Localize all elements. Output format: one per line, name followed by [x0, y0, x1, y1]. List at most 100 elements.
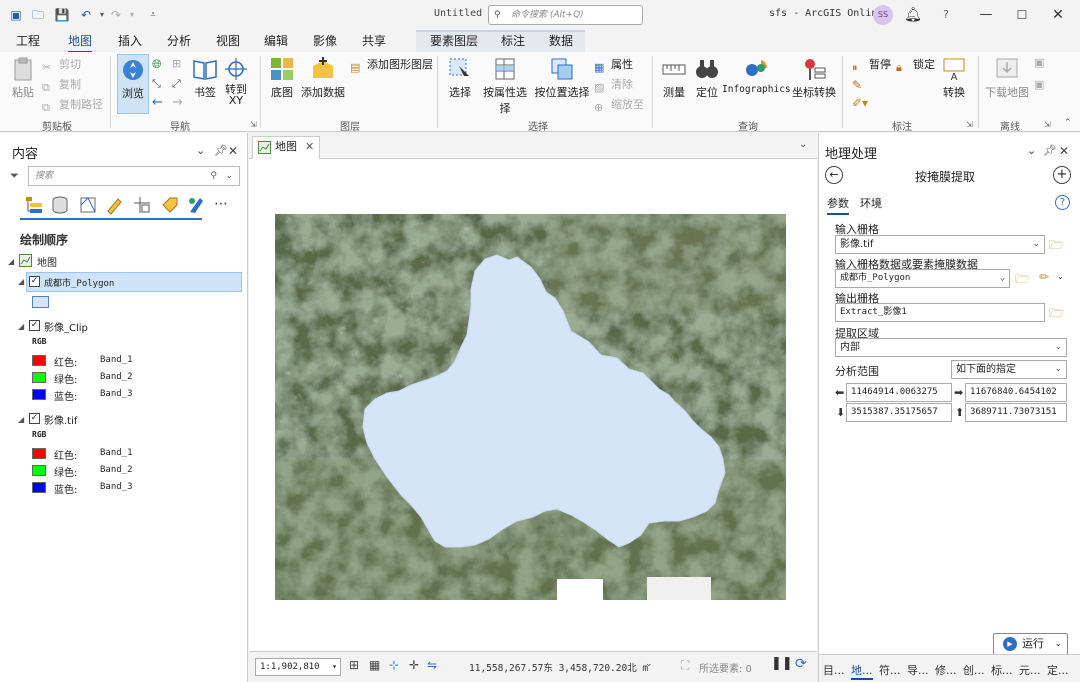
- chevron-down-icon[interactable]: ⌄: [799, 139, 807, 150]
- lock-labeling-button[interactable]: 🔒︎ 锁定: [896, 56, 935, 75]
- back-arrow-icon[interactable]: ←: [825, 166, 843, 184]
- minimize-icon[interactable]: —: [976, 5, 996, 25]
- tab-create[interactable]: 创...: [963, 662, 985, 678]
- redo-icon[interactable]: ↷: [108, 7, 124, 23]
- customize-toolbar-icon[interactable]: ⩡: [145, 7, 161, 23]
- tab-symbology[interactable]: 符...: [879, 662, 901, 678]
- zoom-in-fixed-icon[interactable]: ⤡: [152, 77, 161, 91]
- green-band-swatch[interactable]: [32, 465, 46, 476]
- extent-top-field[interactable]: 3689711.73073151: [965, 403, 1067, 422]
- satellite-imagery[interactable]: [249, 159, 817, 651]
- tab-modify[interactable]: 修...: [935, 662, 957, 678]
- tab-project[interactable]: 工程: [16, 32, 40, 49]
- list-by-source-icon[interactable]: [50, 195, 70, 215]
- grid-snap-icon[interactable]: ⊞: [349, 658, 359, 672]
- extent-bottom-field[interactable]: 3515387.35175657: [846, 403, 952, 422]
- expand-icon[interactable]: ◢: [18, 277, 24, 286]
- infographics-button[interactable]: Infographics: [722, 56, 791, 95]
- green-band-swatch[interactable]: [32, 372, 46, 383]
- tab-imagery[interactable]: 影像: [313, 32, 337, 49]
- filter-icon[interactable]: ⏷: [10, 169, 19, 183]
- blue-band-swatch[interactable]: [32, 389, 46, 400]
- close-pane-icon[interactable]: ✕: [228, 144, 238, 158]
- add-icon[interactable]: +: [1053, 166, 1071, 184]
- zoom-to-selection-button[interactable]: ⊕ 缩放至: [594, 96, 644, 115]
- browse-folder-icon[interactable]: 🗁︎: [1049, 304, 1064, 325]
- explore-button[interactable]: 浏览: [117, 54, 149, 114]
- layer-name[interactable]: 影像.tif: [44, 412, 77, 427]
- convert-labels-button[interactable]: A 转换: [940, 56, 968, 100]
- list-by-drawing-order-icon[interactable]: [24, 195, 44, 215]
- tab-insert[interactable]: 插入: [118, 32, 142, 49]
- paste-button[interactable]: 粘贴: [8, 56, 38, 100]
- label-options-icon[interactable]: ✐▾: [852, 96, 868, 110]
- coordinate-conversion-button[interactable]: 坐标转换: [792, 56, 836, 100]
- extraction-area-select[interactable]: 内部 ⌄: [835, 338, 1067, 357]
- dialog-launcher-icon[interactable]: ⇲: [966, 120, 973, 129]
- redo-dropdown-icon[interactable]: ▾: [124, 7, 140, 23]
- download-map-button[interactable]: 下载地图: [984, 56, 1030, 100]
- tab-catalog[interactable]: 目...: [823, 662, 845, 678]
- map-name[interactable]: 地图: [37, 254, 57, 269]
- output-raster-field[interactable]: Extract_影像1: [835, 303, 1045, 322]
- extent-left-field[interactable]: 11464914.0063275: [846, 383, 952, 402]
- input-raster-field[interactable]: 影像.tif ⌄: [835, 235, 1045, 254]
- pane-options-icon[interactable]: ⌄: [1027, 144, 1036, 157]
- collapse-ribbon-icon[interactable]: ⌃: [1064, 118, 1072, 128]
- tab-geoprocessing[interactable]: 地...: [851, 662, 873, 680]
- new-project-icon[interactable]: ▣: [8, 7, 24, 23]
- previous-extent-icon[interactable]: ←: [152, 95, 163, 110]
- goto-xy-button[interactable]: 转到 XY: [222, 56, 250, 106]
- list-by-selection-icon[interactable]: [78, 195, 98, 215]
- mask-field[interactable]: 成都市_Polygon ⌄: [835, 269, 1010, 288]
- expand-icon[interactable]: ◢: [18, 322, 24, 331]
- notification-bell-icon[interactable]: 🔔︎: [903, 5, 923, 25]
- red-band-swatch[interactable]: [32, 448, 46, 459]
- tab-map[interactable]: 地图: [68, 32, 93, 53]
- chevron-down-icon[interactable]: ⌄: [645, 659, 653, 669]
- list-by-snapping-icon[interactable]: [132, 195, 152, 215]
- browse-folder-icon[interactable]: 🗁︎: [1049, 236, 1064, 257]
- blue-band-swatch[interactable]: [32, 482, 46, 493]
- tab-edit[interactable]: 编辑: [264, 32, 288, 49]
- save-icon[interactable]: 💾: [54, 7, 70, 23]
- correction-icon[interactable]: ⇋: [427, 658, 437, 672]
- tab-map-view[interactable]: 地图 ✕: [252, 136, 320, 159]
- layer-visibility-checkbox[interactable]: ✓: [29, 413, 40, 424]
- label-pin-icon[interactable]: ✎: [852, 78, 862, 92]
- sync-icon[interactable]: ▣: [1034, 56, 1044, 69]
- run-button[interactable]: ▶ 运行 ⌄: [993, 633, 1068, 655]
- tab-feature-layer[interactable]: 要素图层: [430, 32, 478, 49]
- locate-button[interactable]: 定位: [692, 56, 722, 100]
- layer-name[interactable]: 成都市_Polygon: [44, 276, 114, 289]
- full-extent-icon[interactable]: 🌐︎: [152, 57, 162, 72]
- basemap-button[interactable]: 底图: [266, 56, 298, 100]
- tab-analysis[interactable]: 分析: [167, 32, 191, 49]
- layer-visibility-checkbox[interactable]: ✓: [29, 320, 40, 331]
- tab-locate[interactable]: 定...: [1047, 662, 1069, 678]
- open-project-icon[interactable]: 🗀: [30, 7, 46, 23]
- next-extent-icon[interactable]: →: [172, 95, 183, 110]
- red-band-swatch[interactable]: [32, 355, 46, 366]
- tab-environments[interactable]: 环境: [860, 195, 882, 211]
- select-button[interactable]: 选择: [444, 56, 476, 100]
- copy-path-button[interactable]: ⧉ 复制路径: [42, 96, 103, 115]
- attributes-button[interactable]: ▦ 属性: [594, 56, 633, 75]
- chevron-down-icon[interactable]: ⌄: [1057, 272, 1064, 281]
- bookmarks-button[interactable]: 书签: [190, 56, 220, 100]
- expand-icon[interactable]: ◢: [8, 257, 14, 266]
- dialog-launcher-icon[interactable]: ⇲: [250, 120, 257, 129]
- tab-metadata[interactable]: 元...: [1019, 662, 1041, 678]
- cut-button[interactable]: ✂ 剪切: [42, 56, 81, 75]
- tab-export[interactable]: 导...: [907, 662, 929, 678]
- list-by-perspective-icon[interactable]: [186, 195, 206, 215]
- layer-visibility-checkbox[interactable]: ✓: [29, 276, 40, 287]
- close-pane-icon[interactable]: ✕: [1059, 144, 1069, 158]
- polygon-symbol[interactable]: [32, 296, 49, 308]
- list-by-labeling-icon[interactable]: [160, 195, 180, 215]
- grid-icon[interactable]: ▦: [369, 658, 380, 672]
- contents-search-input[interactable]: 搜索 ⚲ ⌄: [28, 166, 240, 186]
- remove-offline-icon[interactable]: ▣: [1034, 78, 1044, 91]
- pin-icon[interactable]: 📌︎: [214, 144, 228, 157]
- tab-data[interactable]: 数据: [549, 32, 573, 49]
